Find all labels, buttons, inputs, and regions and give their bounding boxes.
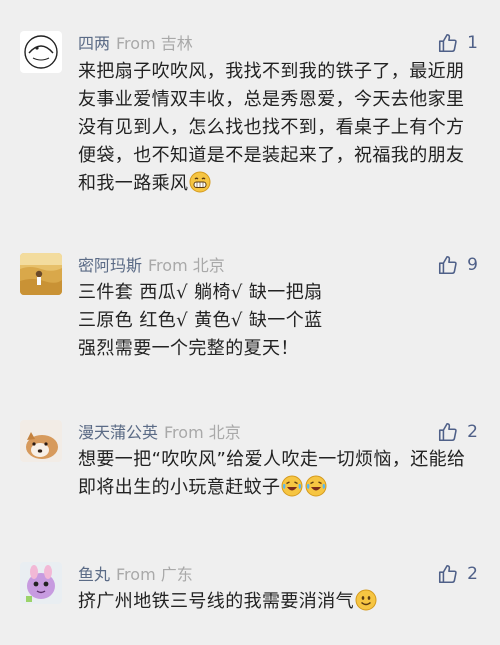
thumbs-up-icon	[439, 33, 457, 53]
laugh-tears-emoji	[281, 475, 303, 497]
comment-text: 三件套 西瓜√ 躺椅√ 缺一把扇 三原色 红色√ 黄色√ 缺一个蓝 强烈需要一个…	[78, 279, 478, 363]
thumbs-up-icon	[439, 564, 457, 584]
like-button[interactable]: 1	[437, 31, 478, 55]
like-count: 2	[467, 564, 478, 584]
avatar[interactable]	[20, 253, 62, 295]
username[interactable]: 密阿玛斯	[78, 256, 142, 275]
like-button[interactable]: 9	[437, 253, 478, 277]
username[interactable]: 漫天蒲公英	[78, 423, 158, 442]
emoji-row	[281, 475, 327, 497]
comment-text-content: 三件套 西瓜√ 躺椅√ 缺一把扇 三原色 红色√ 黄色√ 缺一个蓝 强烈需要一个…	[78, 282, 323, 359]
location: From 北京	[164, 423, 241, 442]
avatar[interactable]	[20, 31, 62, 73]
comment-text-content: 挤广州地铁三号线的我需要消消气	[78, 591, 354, 612]
emoji-row	[355, 589, 377, 611]
comment-text: 来把扇子吹吹风，我找不到我的铁子了，最近朋友事业爱情双丰收，总是秀恩爱，今天去他…	[78, 58, 478, 198]
location: From 吉林	[116, 34, 193, 53]
like-button[interactable]: 2	[437, 420, 478, 444]
emoji-row	[189, 171, 211, 193]
avatar[interactable]	[20, 420, 62, 462]
comment-header: 漫天蒲公英 From 北京	[78, 421, 241, 445]
toy-photo	[20, 562, 62, 604]
location: From 广东	[116, 565, 193, 584]
comment-text: 挤广州地铁三号线的我需要消消气	[78, 588, 478, 616]
wheat-field-photo	[20, 253, 62, 295]
thumbs-up-icon	[439, 255, 457, 275]
comment-text-content: 来把扇子吹吹风，我找不到我的铁子了，最近朋友事业爱情双丰收，总是秀恩爱，今天去他…	[78, 61, 465, 194]
comment-text-content: 想要一把“吹吹风”给爱人吹走一切烦恼，还能给即将出生的小玩意赶蚊子	[78, 449, 466, 498]
grin-emoji	[189, 171, 211, 193]
thumbs-up-icon	[439, 422, 457, 442]
comment-header: 四两 From 吉林	[78, 32, 193, 56]
like-count: 2	[467, 422, 478, 442]
comment-header: 鱼丸 From 广东	[78, 563, 193, 587]
avatar[interactable]	[20, 562, 62, 604]
like-count: 1	[467, 33, 478, 53]
comment-text: 想要一把“吹吹风”给爱人吹走一切烦恼，还能给即将出生的小玩意赶蚊子	[78, 446, 478, 502]
laugh-tears-emoji	[305, 475, 327, 497]
like-count: 9	[467, 255, 478, 275]
location: From 北京	[148, 256, 225, 275]
username[interactable]: 四两	[78, 34, 110, 53]
comment-list: 四两 From 吉林 1 来把扇子吹吹风，我找不到我的铁子了，最近朋友事业爱情双丰…	[0, 0, 500, 645]
smile-emoji	[355, 589, 377, 611]
username[interactable]: 鱼丸	[78, 565, 110, 584]
like-button[interactable]: 2	[437, 562, 478, 586]
bird-logo-icon	[20, 31, 62, 73]
comment-header: 密阿玛斯 From 北京	[78, 254, 225, 278]
dog-photo	[20, 420, 62, 462]
